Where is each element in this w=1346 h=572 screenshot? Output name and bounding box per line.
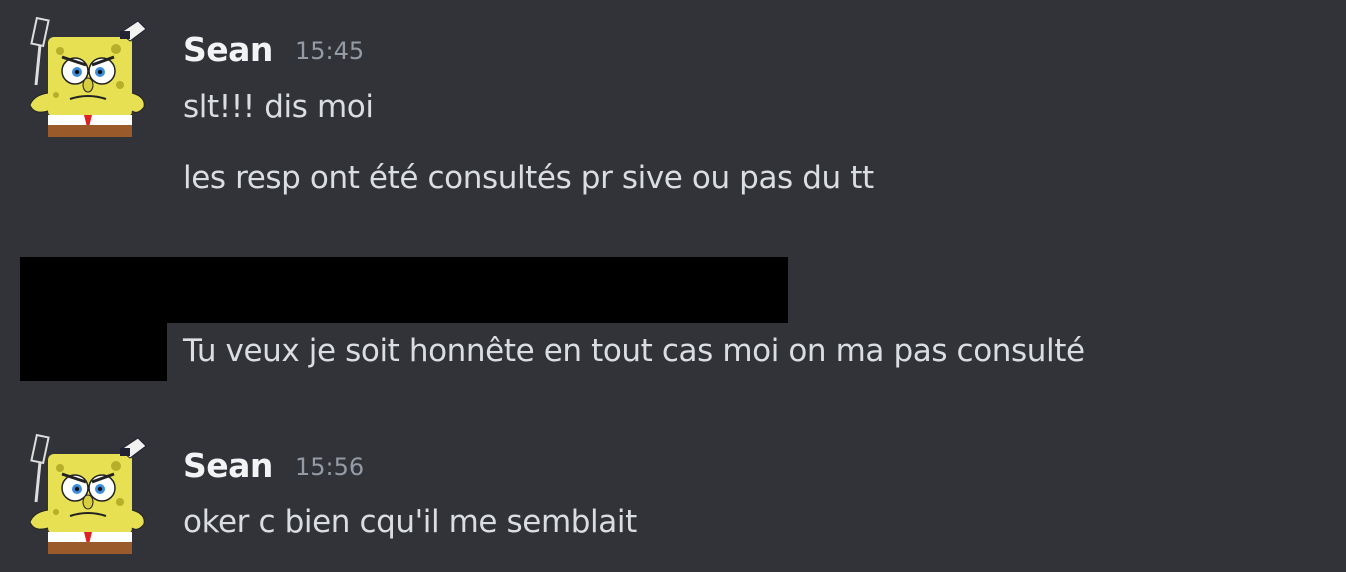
redacted-header <box>20 257 788 323</box>
message-text: les resp ont été consultés pr sive ou pa… <box>183 160 874 196</box>
message-text: oker c bien cqu'il me semblait <box>183 504 637 540</box>
message-text: Tu veux je soit honnête en tout cas moi … <box>183 333 1085 369</box>
username[interactable]: Sean <box>183 30 273 69</box>
spongebob-avatar-icon[interactable] <box>20 432 150 562</box>
message-text: slt!!! dis moi <box>183 89 374 125</box>
timestamp[interactable]: 15:45 <box>295 37 364 65</box>
redacted-avatar <box>20 318 167 381</box>
timestamp[interactable]: 15:56 <box>295 453 364 481</box>
username[interactable]: Sean <box>183 446 273 485</box>
spongebob-avatar-icon[interactable] <box>20 15 150 145</box>
